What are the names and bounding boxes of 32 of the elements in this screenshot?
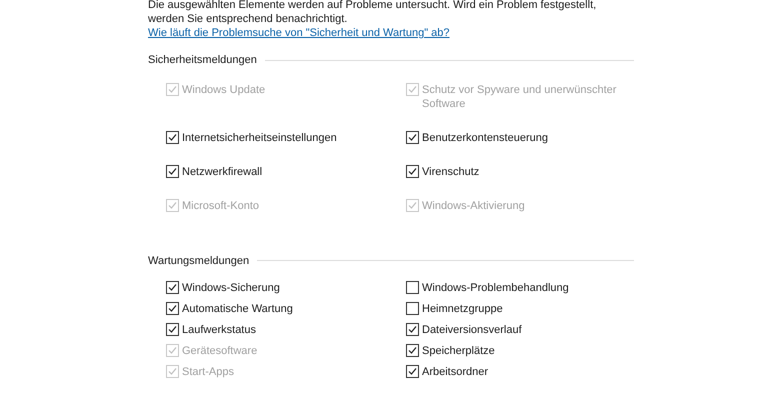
check-icon bbox=[408, 166, 417, 176]
check-icon bbox=[408, 84, 417, 94]
check-icon bbox=[168, 325, 177, 334]
check-icon bbox=[168, 367, 177, 376]
checkbox-option[interactable]: Windows-Problembehandlung bbox=[406, 281, 636, 295]
checkbox-option[interactable]: Netzwerkfirewall bbox=[166, 164, 406, 178]
intro-text: Die ausgewählten Elemente werden auf Probleme untersucht. Wird ein Problem festgestellt, werden Sie entsprechend benachrichtigt. Wie läuft die Problemsuche von "Sicherheit und Wartung" ab? bbox=[148, 0, 598, 40]
check-icon bbox=[408, 346, 417, 355]
checkbox-option[interactable]: Automatische Wartung bbox=[166, 302, 406, 316]
check-icon bbox=[168, 304, 177, 313]
section-heading: Wartungsmeldungen bbox=[148, 254, 250, 268]
check-icon bbox=[168, 132, 177, 142]
checkbox-option[interactable]: Virenschutz bbox=[406, 164, 636, 178]
checkbox-option[interactable]: Arbeitsordner bbox=[406, 365, 636, 379]
checkbox-option[interactable]: Dateiversionsverlauf bbox=[406, 323, 636, 337]
check-icon bbox=[408, 132, 417, 142]
check-icon bbox=[168, 200, 177, 210]
checkbox-option[interactable]: Windows-Sicherung bbox=[166, 281, 406, 295]
help-link[interactable]: Wie läuft die Problemsuche von "Sicherheit und Wartung" ab? bbox=[148, 27, 450, 39]
checkbox-option[interactable]: Speicherplätze bbox=[406, 344, 636, 358]
checkbox-option[interactable]: Internetsicherheitseinstellungen bbox=[166, 130, 406, 144]
check-icon bbox=[168, 84, 177, 94]
checkbox-option[interactable]: Benutzerkontensteuerung bbox=[406, 130, 636, 144]
check-icon bbox=[168, 283, 177, 292]
check-icon bbox=[168, 166, 177, 176]
check-icon bbox=[408, 367, 417, 376]
checkbox-option[interactable]: Heimnetzgruppe bbox=[406, 302, 636, 316]
check-icon bbox=[168, 346, 177, 355]
check-icon bbox=[408, 200, 417, 210]
check-icon bbox=[408, 325, 417, 334]
checkbox-option[interactable]: Laufwerkstatus bbox=[166, 323, 406, 337]
section-heading: Sicherheitsmeldungen bbox=[148, 53, 257, 68]
